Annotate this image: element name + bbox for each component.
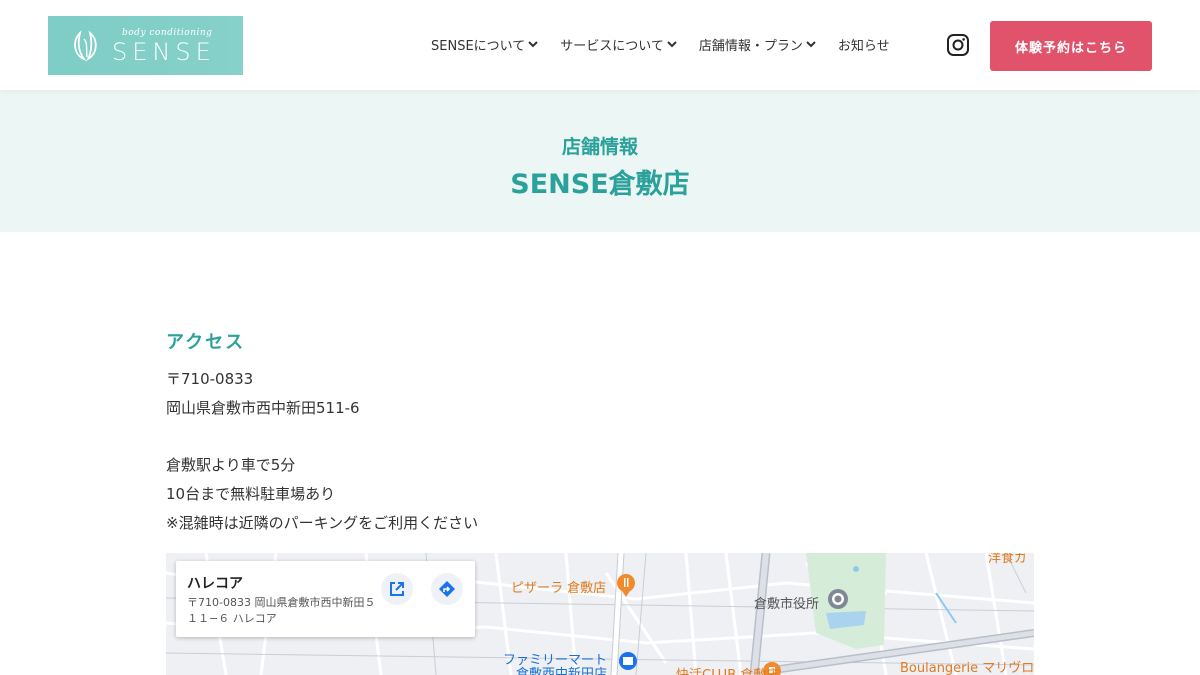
- nav-item-about[interactable]: SENSEについて: [431, 34, 539, 54]
- site-logo[interactable]: body conditioning SENSE: [48, 16, 243, 75]
- place-address: 〒710-0833 岡山県倉敷市西中新田５１１−６ ハレコア: [187, 596, 376, 625]
- nav-item-services[interactable]: サービスについて: [560, 34, 678, 54]
- map-label-city-hall: 倉敷市役所: [754, 597, 820, 612]
- open-in-maps-button[interactable]: [381, 573, 413, 605]
- nav-item-label: 店舗情報・プラン: [698, 38, 803, 54]
- nav-item-news[interactable]: お知らせ: [838, 34, 890, 54]
- logo-wordmark: SENSE: [112, 38, 216, 66]
- nav-item-label: SENSEについて: [431, 38, 526, 54]
- map-label-club: 快活CLUB 倉敷店: [676, 664, 779, 675]
- nav-item-label: サービスについて: [560, 38, 664, 54]
- directions-button[interactable]: [431, 573, 463, 605]
- street-address: 岡山県倉敷市西中新田511-6: [166, 399, 360, 417]
- map-label-pizza: ピザーラ 倉敷店: [511, 581, 607, 596]
- map-label-top-right: 洋食ガ: [988, 553, 1028, 566]
- open-in-new-icon: [390, 582, 404, 596]
- map-place-card: ハレコア 〒710-0833 岡山県倉敷市西中新田５１１−６ ハレコア: [176, 561, 475, 637]
- main-nav: SENSEについて サービスについて 店舗情報・プラン お知らせ: [431, 34, 911, 54]
- trial-booking-button[interactable]: 体験予約はこちら: [990, 21, 1152, 71]
- page-subtitle: 店舗情報: [561, 136, 638, 158]
- page-hero: 店舗情報 SENSE倉敷店: [0, 90, 1200, 232]
- page-title: SENSE倉敷店: [510, 169, 690, 200]
- logo-subtitle: body conditioning: [122, 28, 213, 38]
- map-label-familymart-branch: 倉敷西中新田店: [516, 667, 608, 675]
- parking-text: 10台まで無料駐車場あり: [166, 485, 336, 503]
- place-name: ハレコア: [187, 576, 243, 592]
- nav-item-label: お知らせ: [837, 38, 890, 54]
- chevron-down-icon: [667, 41, 677, 48]
- chevron-down-icon: [528, 41, 538, 48]
- postal-code: 〒710-0833: [166, 370, 254, 388]
- nav-item-store-info[interactable]: 店舗情報・プラン: [699, 34, 817, 54]
- instagram-icon[interactable]: [946, 33, 970, 57]
- map-label-boulangerie: Boulangerie マリヴロ: [900, 661, 1034, 675]
- chevron-down-icon: [806, 41, 816, 48]
- logo-leaf-icon: [74, 30, 97, 62]
- access-heading: アクセス: [166, 332, 246, 353]
- site-header: body conditioning SENSE SENSEについて サービスにつ…: [0, 0, 1200, 90]
- parking-note: ※混雑時は近隣のパーキングをご利用ください: [166, 514, 479, 532]
- google-map[interactable]: ハレコア 〒710-0833 岡山県倉敷市西中新田５１１−６ ハレコア ピザーラ…: [166, 553, 1034, 675]
- directions-text: 倉敷駅より車で5分: [166, 456, 296, 474]
- directions-icon: [439, 581, 455, 597]
